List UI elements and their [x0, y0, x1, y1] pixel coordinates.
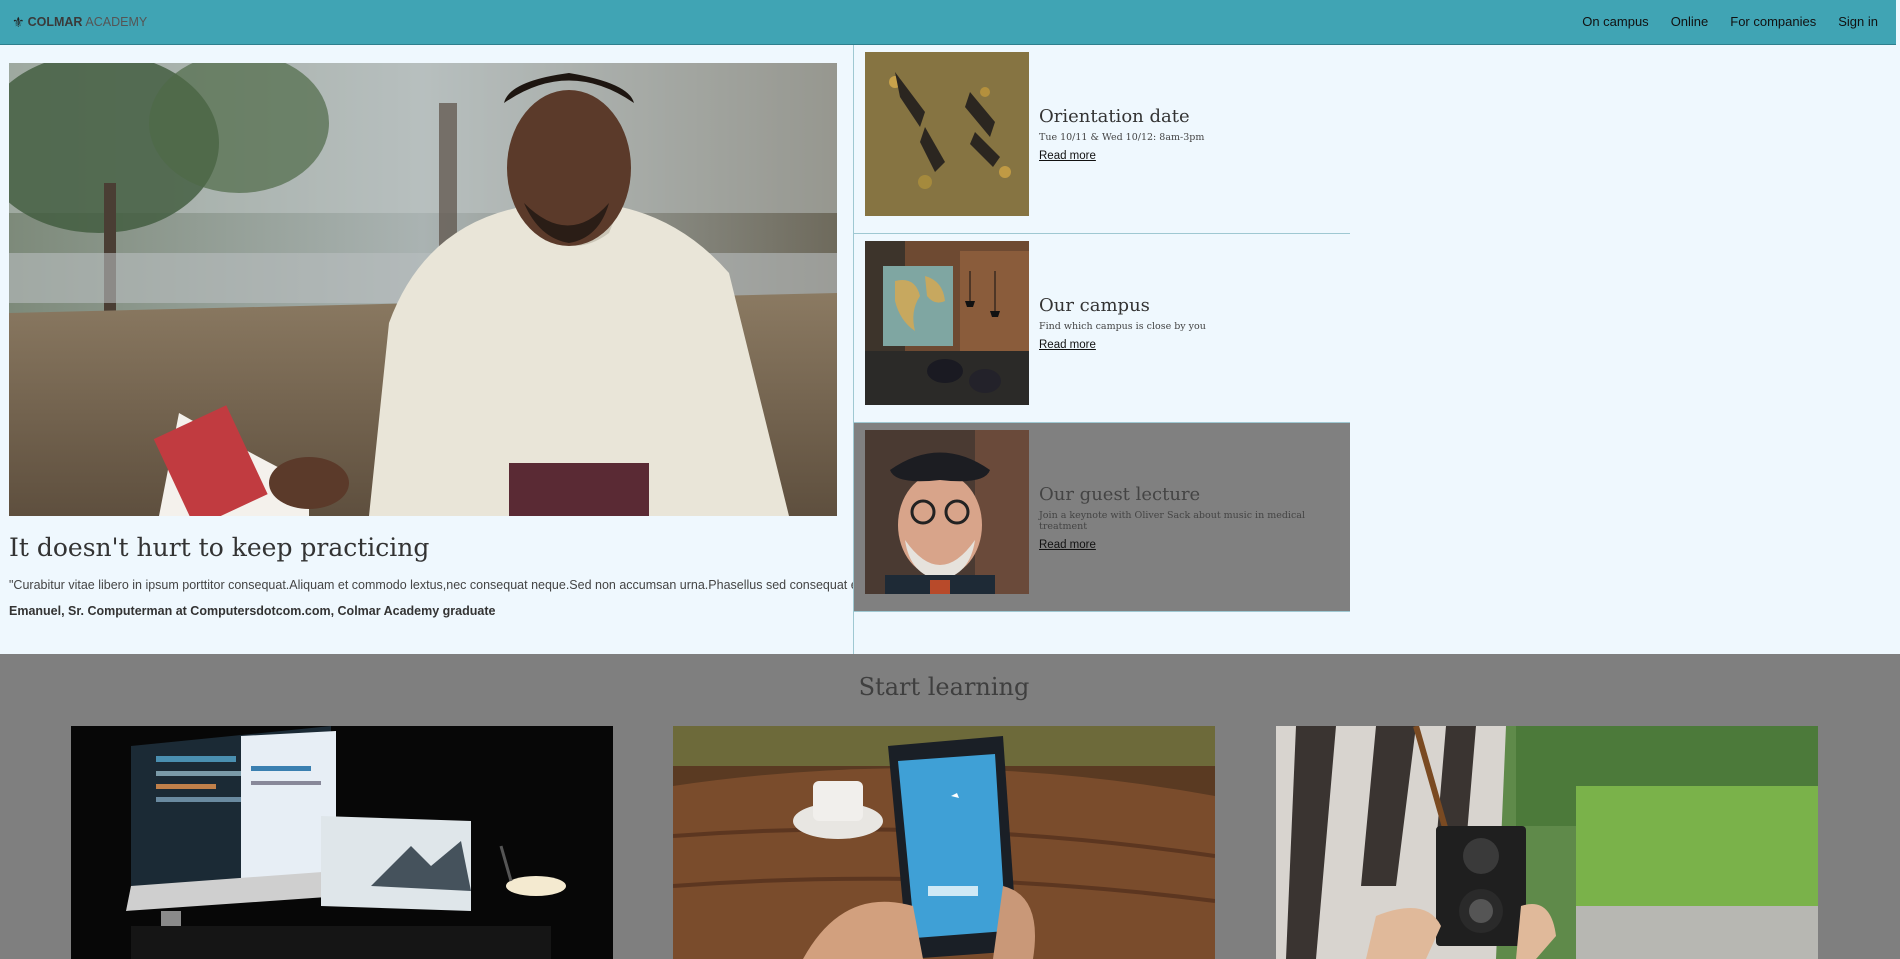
top-navbar: ⚜ COLMAR ACADEMY On campus Online For co…	[0, 0, 1896, 45]
logo-icon: ⚜	[12, 13, 25, 30]
nav-link-for-companies[interactable]: For companies	[1730, 14, 1816, 29]
logo-bold-text: COLMAR	[27, 15, 83, 29]
nav-links: On campus Online For companies Sign in	[1582, 14, 1878, 29]
course-card-web[interactable]	[71, 726, 613, 959]
nav-link-on-campus[interactable]: On campus	[1582, 14, 1648, 29]
event-campus-subtitle: Find which campus is close by you	[1039, 321, 1206, 332]
nav-link-sign-in[interactable]: Sign in	[1838, 14, 1878, 29]
event-campus-read-more[interactable]: Read more	[1039, 339, 1096, 351]
event-orientation-subtitle: Tue 10/11 & Wed 10/12: 8am-3pm	[1039, 132, 1205, 143]
hero-image	[9, 63, 837, 516]
event-orientation-title: Orientation date	[1039, 106, 1190, 127]
event-orientation-read-more[interactable]: Read more	[1039, 150, 1096, 162]
event-orientation-image	[865, 52, 1029, 216]
logo-rest-text: ACADEMY	[85, 15, 148, 29]
start-learning-section: Start learning	[0, 654, 1900, 959]
event-campus-title: Our campus	[1039, 295, 1150, 316]
event-guest-lecture: Our guest lecture Join a keynote with Ol…	[854, 423, 1350, 612]
hero-quote: "Curabitur vitae libero in ipsum porttit…	[9, 578, 872, 592]
event-orientation: Orientation date Tue 10/11 & Wed 10/12: …	[854, 45, 1350, 234]
nav-link-online[interactable]: Online	[1671, 14, 1709, 29]
event-guest-lecture-title: Our guest lecture	[1039, 484, 1201, 505]
event-campus-image	[865, 241, 1029, 405]
start-learning-title: Start learning	[858, 673, 1030, 701]
event-guest-lecture-image	[865, 430, 1029, 594]
course-card-photography[interactable]	[1276, 726, 1818, 959]
event-guest-lecture-subtitle: Join a keynote with Oliver Sack about mu…	[1039, 510, 1305, 532]
course-card-mobile[interactable]	[673, 726, 1215, 959]
event-campus: Our campus Find which campus is close by…	[854, 234, 1350, 423]
logo[interactable]: ⚜ COLMAR ACADEMY	[12, 12, 147, 32]
hero-author: Emanuel, Sr. Computerman at Computersdot…	[9, 604, 496, 618]
event-guest-lecture-read-more[interactable]: Read more	[1039, 539, 1096, 551]
hero-title: It doesn't hurt to keep practicing	[9, 533, 430, 562]
